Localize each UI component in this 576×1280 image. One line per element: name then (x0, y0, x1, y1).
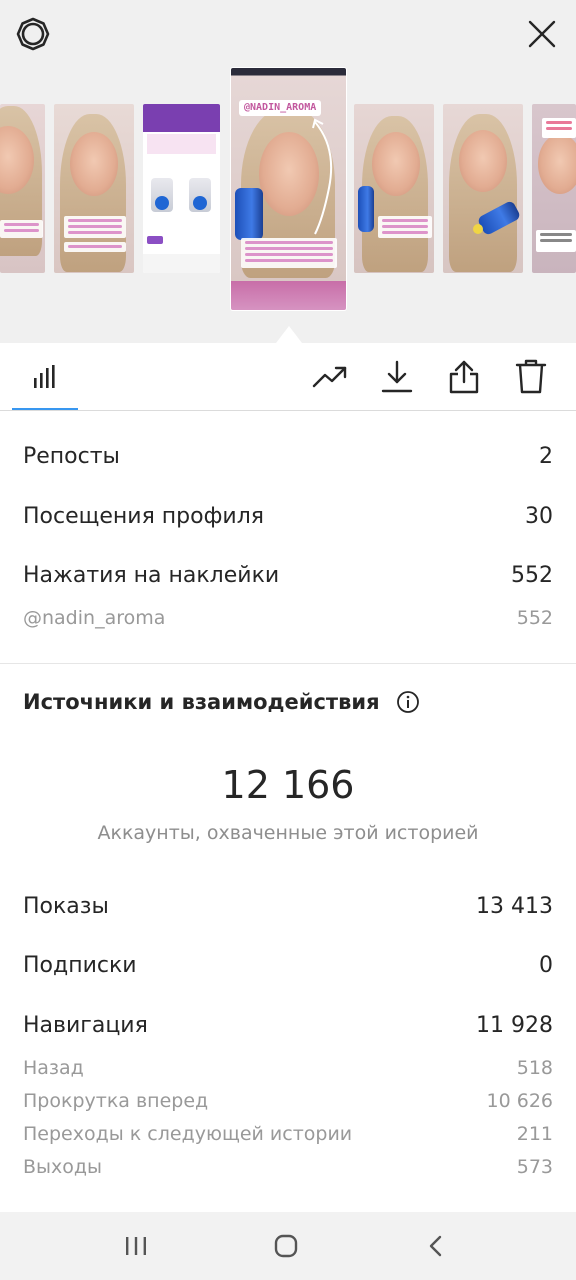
arrow-doodle-icon (312, 118, 333, 235)
metric-label: Навигация (23, 1013, 148, 1038)
metric-label: Переходы к следующей истории (23, 1123, 353, 1145)
system-navigation-bar (0, 1212, 576, 1280)
metric-value: 552 (511, 563, 553, 588)
metric-label: Показы (23, 894, 109, 919)
metric-label: @nadin_aroma (23, 607, 166, 629)
metric-reposts: Репосты 2 (23, 444, 553, 469)
metric-sticker-taps: Нажатия на наклейки 552 (23, 563, 553, 588)
settings-gear-icon[interactable] (11, 12, 55, 56)
trash-icon[interactable] (509, 355, 553, 399)
info-icon[interactable] (396, 690, 420, 714)
metric-exits: Выходы 573 (23, 1156, 553, 1178)
metric-value: 2 (539, 444, 553, 469)
metric-back: Назад 518 (23, 1057, 553, 1079)
metric-navigation: Навигация 11 928 (23, 1013, 553, 1038)
insights-toolbar (0, 343, 576, 411)
metric-label: Подписки (23, 953, 137, 978)
metric-value: 552 (516, 607, 553, 629)
metric-value: 211 (516, 1123, 553, 1145)
metric-mention[interactable]: @nadin_aroma 552 (23, 607, 553, 629)
home-icon[interactable] (256, 1224, 316, 1268)
metric-value: 10 626 (486, 1090, 553, 1112)
story-thumbnail[interactable] (143, 104, 220, 273)
share-icon[interactable] (442, 355, 486, 399)
metric-label: Назад (23, 1057, 84, 1079)
metric-label: Нажатия на наклейки (23, 563, 280, 588)
metric-follows: Подписки 0 (23, 953, 553, 978)
metric-forward: Прокрутка вперед 10 626 (23, 1090, 553, 1112)
metric-label: Прокрутка вперед (23, 1090, 209, 1112)
story-thumbnail[interactable] (532, 104, 576, 273)
story-thumbnail[interactable] (54, 104, 134, 273)
section-title: Источники и взаимодействия (23, 690, 420, 714)
metric-value: 573 (516, 1156, 553, 1178)
back-icon[interactable] (406, 1224, 466, 1268)
section-title-text: Источники и взаимодействия (23, 690, 380, 714)
metric-next-story: Переходы к следующей истории 211 (23, 1123, 553, 1145)
story-thumbnail[interactable] (443, 104, 523, 273)
story-thumbnail[interactable] (0, 104, 45, 273)
bar-chart-icon[interactable] (23, 355, 67, 399)
recent-apps-icon[interactable] (106, 1224, 166, 1268)
trending-up-icon[interactable] (308, 355, 352, 399)
metric-value: 11 928 (476, 1013, 553, 1038)
story-thumbnail[interactable] (354, 104, 434, 273)
active-tab-indicator (12, 408, 78, 410)
metric-profile-visits: Посещения профиля 30 (23, 504, 553, 529)
reach-value: 12 166 (221, 763, 355, 807)
close-icon[interactable] (520, 12, 564, 56)
metric-value: 13 413 (476, 894, 553, 919)
metric-impressions: Показы 13 413 (23, 894, 553, 919)
metric-value: 30 (525, 504, 553, 529)
story-thumbnail-selected[interactable]: @NADIN_AROMA (231, 68, 346, 310)
metric-label: Выходы (23, 1156, 103, 1178)
mention-sticker: @NADIN_AROMA (239, 100, 322, 116)
stories-carousel: @NADIN_AROMA (0, 0, 576, 343)
selected-story-pointer (276, 326, 302, 343)
metric-value: 0 (539, 953, 553, 978)
reach-caption: Аккаунты, охваченные этой историей (97, 822, 479, 844)
download-icon[interactable] (375, 355, 419, 399)
metric-label: Посещения профиля (23, 504, 265, 529)
metric-label: Репосты (23, 444, 120, 469)
section-divider (0, 663, 576, 664)
metric-value: 518 (516, 1057, 553, 1079)
